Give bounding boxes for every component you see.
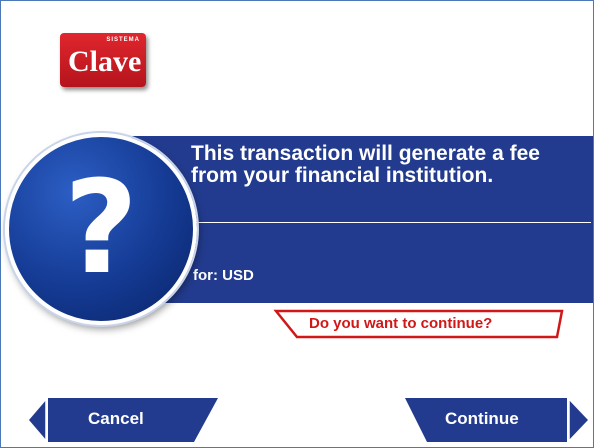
atm-screen: SISTEMA Clave This transaction will gene… <box>0 0 594 448</box>
continue-prompt-text: Do you want to continue? <box>309 315 493 332</box>
logo-title: Clave <box>68 45 142 78</box>
clave-logo: SISTEMA Clave <box>60 33 146 87</box>
cancel-button[interactable]: Cancel <box>26 396 221 444</box>
continue-button[interactable]: Continue <box>405 396 593 444</box>
divider <box>191 222 591 223</box>
question-mark-icon: ? <box>5 133 197 325</box>
continue-prompt: Do you want to continue? <box>273 309 565 339</box>
continue-label: Continue <box>445 409 519 428</box>
fee-message: This transaction will generate a fee fro… <box>191 142 540 187</box>
fee-currency-label: for: USD <box>193 267 254 284</box>
cancel-label: Cancel <box>88 409 144 428</box>
logo-subtitle: SISTEMA <box>106 37 140 43</box>
